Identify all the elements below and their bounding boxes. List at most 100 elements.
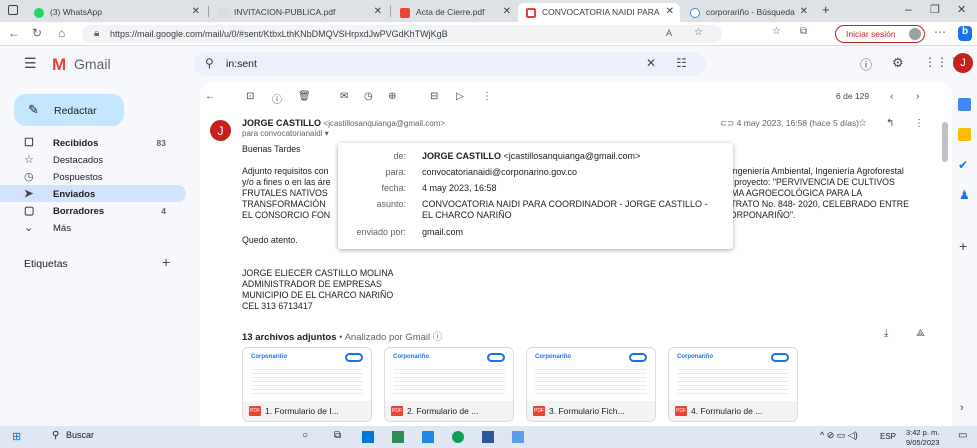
collapse-panel-icon[interactable]: › [960,402,964,414]
clock-time[interactable]: 3:42 p. m. [906,428,939,437]
add-addon-icon[interactable]: + [959,238,967,254]
back-to-list-icon[interactable]: ← [205,91,215,102]
taskbar-search-label[interactable]: Buscar [66,430,94,440]
sidebar-item-snoozed[interactable]: ◷ Pospuestos [0,168,186,185]
attachment-footer: PDF 3. Formulario Fich... [527,401,655,421]
sidebar-item-starred[interactable]: ☆ Destacados [0,151,186,168]
tab-convocatoria[interactable]: CONVOCATORIA NAIDI PARA ✕ [518,3,680,22]
mailed-by-value: gmail.com [422,227,464,237]
edge-icon[interactable] [452,431,464,443]
mailed-by-label: enviado por: [356,227,406,237]
tab-acta[interactable]: Acta de Cierre.pdf ✕ [392,3,517,22]
close-icon[interactable]: ✕ [374,6,382,17]
gmail-logo-icon[interactable]: M [52,55,66,75]
newer-icon[interactable]: ‹ [890,91,893,102]
notification-icon[interactable]: ▭ [958,430,967,441]
more-actions-icon[interactable]: ⋮ [482,91,492,102]
reload-icon[interactable]: ↻ [32,26,42,40]
url-field[interactable]: 🔒︎ https://mail.google.com/mail/u/0/#sent… [82,25,722,43]
word-icon[interactable] [482,431,494,443]
tasks-icon[interactable]: ✔ [958,158,968,172]
download-all-icon[interactable]: ⤓ [884,328,888,339]
sidebar-item-more[interactable]: ⌄ Más [0,219,186,236]
tab-busqueda[interactable]: corporariño - Búsqueda ✕ [682,3,814,22]
attachment-card[interactable]: Corponariño PDF 2. Formulario de ... [384,347,514,422]
taskbar-search-icon[interactable]: ⚲ [52,430,59,441]
settings-gear-icon[interactable]: ⚙ [892,55,904,71]
calendar-icon[interactable] [958,98,971,111]
sidebar-item-drafts[interactable]: ▢ Borradores 4 [0,202,186,219]
snooze-icon[interactable]: ◷ [364,91,373,102]
recipient-toggle[interactable]: para convocatorianaidi ▾ [242,129,329,138]
closing: Quedo atento. [242,235,298,245]
photos-icon[interactable] [512,431,524,443]
sidebar-item-label: Pospuestos [53,172,103,183]
date-line: ⊂⊃ 4 may 2023, 16:58 (hace 5 días) [720,118,859,129]
archive-icon[interactable]: ⊡ [246,91,254,102]
contacts-icon[interactable]: ♟ [959,188,970,202]
caret-down-icon[interactable]: ▾ [325,129,329,138]
search-input[interactable]: in:sent [226,58,257,70]
favorites-bar-icon[interactable]: ☆ [772,26,781,37]
chevron-down-icon: ⌄ [24,222,34,234]
search-icon[interactable]: ⚲ [205,56,214,70]
keep-icon[interactable] [958,128,971,141]
attachment-card[interactable]: Corponariño PDF 1. Formulario de I... [242,347,372,422]
task-view-icon[interactable]: ⧉ [334,430,341,441]
search-box[interactable]: ⚲ in:sent ✕ ☷ [194,52,706,76]
search-options-icon[interactable]: ☷ [676,56,687,70]
tray-icons[interactable]: ^ ⊘ ▭ ◁) [820,430,858,441]
back-icon[interactable]: ← [8,26,20,40]
mark-unread-icon[interactable]: ✉ [340,91,348,102]
close-icon[interactable]: ✕ [800,6,808,17]
signin-button[interactable]: Iniciar sesión [835,25,925,43]
scrollbar-thumb[interactable] [942,122,948,162]
windows-start-icon[interactable]: ⊞ [12,430,21,443]
restore-icon[interactable]: ❐ [930,3,940,16]
app-icon[interactable] [362,431,374,443]
collections-icon[interactable]: ⧉ [800,26,807,37]
tab-label: corporariño - Búsqueda [706,7,795,17]
profile-avatar-icon [909,28,921,40]
file-explorer-icon[interactable] [392,431,404,443]
sidebar-item-sent[interactable]: ➤ Enviados [0,185,186,202]
reply-icon[interactable]: ↰ [886,118,894,129]
menu-icon[interactable]: ☰ [24,55,37,72]
corponarino-logo: Corponariño [677,354,713,360]
tab-actions-icon[interactable] [8,5,18,15]
language-indicator[interactable]: ESP [880,432,896,441]
compose-button[interactable]: ✎ Redactar [14,94,124,126]
add-label-icon[interactable]: + [162,254,170,270]
more-icon[interactable]: ⋯ [934,25,946,39]
report-spam-icon[interactable]: ⓘ [272,91,282,106]
bing-icon[interactable]: b [958,26,972,41]
delete-icon[interactable]: 🗑︎ [298,91,311,102]
attachment-card[interactable]: Corponariño PDF 3. Formulario Fich... [526,347,656,422]
save-to-drive-icon[interactable]: ⟁ [916,328,925,339]
sidebar-item-inbox[interactable]: ☐ Recibidos 83 [0,134,186,151]
clear-search-icon[interactable]: ✕ [646,56,656,70]
older-icon[interactable]: › [916,91,919,102]
close-icon[interactable]: ✕ [192,6,200,17]
close-icon[interactable]: ✕ [666,6,674,17]
move-to-icon[interactable]: ⊟ [430,91,438,102]
tab-whatsapp[interactable]: (3) WhatsApp ✕ [26,3,206,22]
close-window-icon[interactable]: ✕ [957,3,966,16]
help-icon[interactable]: ⓘ [860,56,872,73]
home-icon[interactable]: ⌂ [58,26,65,40]
new-tab-icon[interactable]: + [822,2,830,17]
email-more-icon[interactable]: ⋮ [914,118,924,129]
attachment-card[interactable]: Corponariño PDF 4. Formulario de ... [668,347,798,422]
star-email-icon[interactable]: ☆ [858,118,867,129]
add-task-icon[interactable]: ⊕ [388,91,396,102]
favorite-icon[interactable]: ☆ [694,27,703,38]
account-avatar[interactable]: J [953,53,973,73]
read-aloud-icon[interactable]: A [666,28,672,38]
label-icon[interactable]: ▷ [456,91,464,102]
cortana-icon[interactable]: ○ [302,430,308,441]
close-icon[interactable]: ✕ [503,6,511,17]
mail-app-icon[interactable] [422,431,434,443]
tab-invitacion[interactable]: INVITACION-PUBLICA.pdf ✕ [210,3,388,22]
minimize-icon[interactable]: – [905,2,912,16]
clock-date[interactable]: 9/05/2023 [906,438,939,447]
